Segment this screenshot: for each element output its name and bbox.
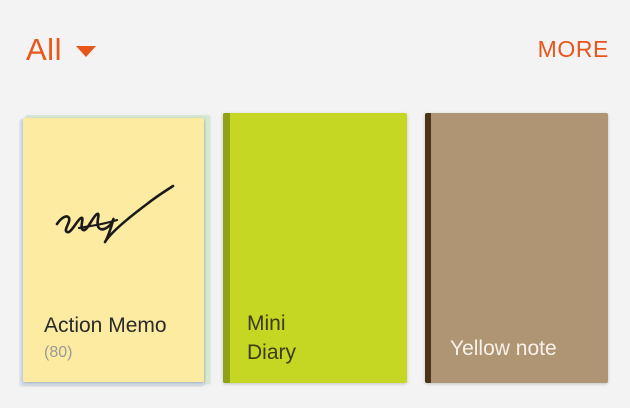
notebook-mini-diary[interactable]: Mini Diary bbox=[223, 113, 407, 383]
notebook-title: Action Memo bbox=[44, 314, 167, 337]
handwriting-scribble-icon bbox=[55, 184, 175, 244]
more-button[interactable]: MORE bbox=[538, 36, 609, 63]
notebook-title: Yellow note bbox=[450, 337, 557, 360]
notebook-title-line1: Mini bbox=[247, 312, 286, 335]
dropdown-caret-icon bbox=[75, 45, 96, 57]
notebook-list-screen: All MORE Action Memo (80) Mini Diary Yel… bbox=[0, 0, 630, 408]
filter-dropdown[interactable]: All bbox=[26, 30, 96, 70]
notebook-spine bbox=[425, 113, 431, 383]
notebook-spine bbox=[223, 113, 230, 383]
notebook-count: (80) bbox=[44, 344, 73, 361]
filter-label: All bbox=[26, 32, 62, 67]
action-memo-cover: Action Memo (80) bbox=[23, 118, 204, 382]
notebook-title: Mini Diary bbox=[247, 309, 296, 367]
notebook-yellow-note[interactable]: Yellow note bbox=[425, 113, 608, 383]
notebook-title-line2: Diary bbox=[247, 341, 297, 364]
notebook-action-memo[interactable]: Action Memo (80) bbox=[18, 113, 212, 385]
